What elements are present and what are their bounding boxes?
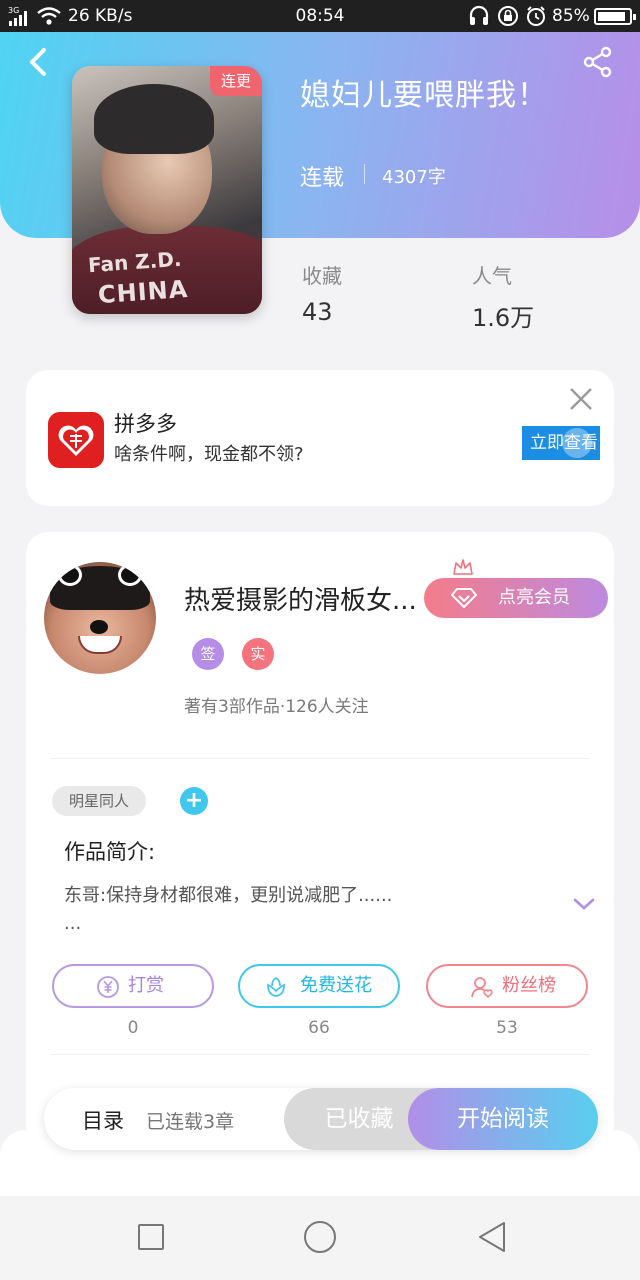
ad-action-button[interactable]: 立即查看 [522, 426, 600, 460]
add-tag-button[interactable]: + [180, 787, 208, 815]
genre-tag[interactable]: 明星同人 [52, 786, 146, 816]
intro-line: 东哥:保持身材都很难，更别说减肥了...... [64, 885, 393, 906]
yen-icon [97, 976, 119, 998]
serial-status: 连载 [300, 166, 345, 191]
cover-hair [94, 84, 214, 154]
signed-badge: 签 [192, 638, 224, 670]
alarm-icon [527, 6, 545, 26]
favorites-label: 收藏 [302, 264, 342, 288]
chevron-down-icon[interactable] [572, 896, 596, 912]
intro-line: ... [64, 913, 82, 934]
ad-card[interactable]: 拼多多 啥条件啊，现金都不领? 立即查看 [26, 370, 614, 506]
system-nav-bar [0, 1196, 640, 1280]
book-cover[interactable]: Fan Z.D. CHINA [72, 66, 262, 314]
fan-ranking-icon [471, 977, 493, 999]
share-icon[interactable] [582, 46, 614, 78]
divider [50, 758, 590, 759]
divider [364, 164, 365, 184]
ad-button-highlight [562, 428, 592, 458]
send-flower-button[interactable]: 免费送花 [238, 964, 400, 1008]
avatar-ear-right [118, 564, 142, 586]
back-arrow-icon[interactable] [24, 44, 52, 80]
ad-title: 拼多多 [114, 412, 177, 436]
nav-back-icon[interactable] [476, 1220, 508, 1254]
fan-ranking-button[interactable]: 粉丝榜 [426, 964, 588, 1008]
popularity-label: 人气 [472, 264, 512, 288]
status-icons [469, 5, 545, 26]
popularity-count: 1.6万 [472, 304, 535, 332]
pinduoduo-logo-icon [48, 412, 104, 468]
home-icon[interactable] [304, 1221, 336, 1253]
diamond-icon [451, 588, 477, 608]
reward-button[interactable]: 打赏 [52, 964, 214, 1008]
reward-count: 0 [127, 1018, 139, 1038]
status-bar: 3G 26 KB/s 08:54 85% [0, 0, 640, 32]
fan-ranking-label: 粉丝榜 [502, 975, 556, 996]
close-icon[interactable] [566, 384, 596, 414]
headphone-icon [469, 5, 489, 25]
avatar-smile [78, 636, 122, 654]
recent-apps-icon[interactable] [138, 1224, 164, 1250]
avatar-nose [90, 620, 108, 634]
intro-label: 作品简介: [64, 840, 156, 864]
crown-icon [453, 559, 473, 575]
favorites-count: 43 [302, 298, 333, 326]
lock-icon [498, 6, 518, 26]
book-title: 媳妇儿要喂胖我！ [300, 78, 548, 113]
author-info: 著有3部作品·126人关注 [184, 697, 369, 717]
bottom-action-bar: 目录 已连载3章 已收藏 开始阅读 [44, 1088, 598, 1150]
verified-badge: 实 [242, 638, 274, 670]
divider [50, 1054, 590, 1055]
author-avatar[interactable] [44, 562, 156, 674]
battery-icon [594, 8, 636, 25]
author-name[interactable]: 热爱摄影的滑板女... [184, 580, 424, 617]
intro-text: 东哥:保持身材都很难，更别说减肥了...... ... [64, 882, 444, 938]
send-flower-label: 免费送花 [300, 975, 372, 996]
word-count: 4307字 [382, 167, 446, 188]
start-reading-button[interactable]: 开始阅读 [408, 1088, 598, 1150]
chapter-count[interactable]: 已连载3章 [146, 1107, 234, 1134]
flower-count: 66 [308, 1018, 330, 1038]
fan-count: 53 [496, 1018, 518, 1038]
author-card: 热爱摄影的滑板女... 签 实 著有3部作品·126人关注 点亮会员 明星同人 … [26, 532, 614, 1152]
flower-icon [267, 976, 285, 997]
vip-button-label: 点亮会员 [498, 587, 570, 608]
battery-percent: 85% [552, 6, 590, 26]
table-of-contents-button[interactable]: 目录 [82, 1105, 124, 1135]
reward-label: 打赏 [128, 975, 164, 996]
ad-description: 啥条件啊，现金都不领? [114, 444, 304, 465]
avatar-ear-left [58, 564, 82, 586]
update-badge: 连更 [210, 66, 262, 96]
vip-button[interactable]: 点亮会员 [424, 578, 608, 618]
